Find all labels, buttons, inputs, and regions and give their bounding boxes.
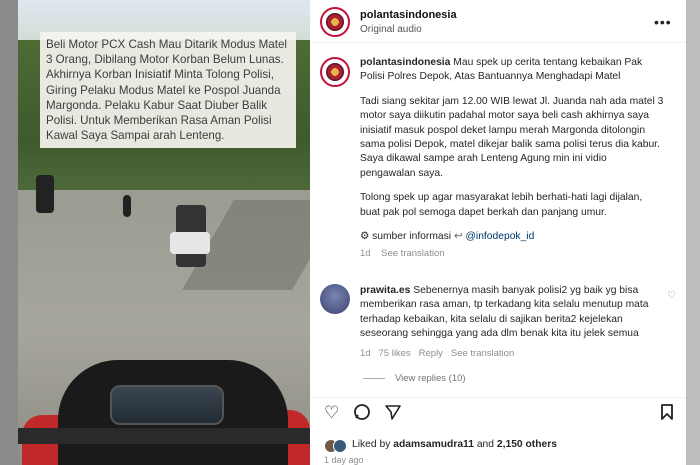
bookmark-icon[interactable] [660, 403, 674, 426]
liked-by: Liked by adamsamudra11 and 2,150 others [352, 439, 557, 450]
posted-ago: 1 day ago [324, 455, 364, 465]
liked-by-user[interactable]: adamsamudra11 [393, 439, 474, 450]
comment-time: 1d [360, 347, 371, 359]
dash-handlebar [18, 428, 310, 444]
header-audio[interactable]: Original audio [360, 24, 422, 35]
replies-divider [363, 378, 385, 379]
video-rider-left [36, 175, 54, 213]
comment-text: prawita.es Sebenernya masih banyak polis… [360, 285, 649, 340]
liker-avatar-2 [333, 439, 347, 453]
caption-see-translation[interactable]: See translation [381, 248, 444, 259]
post-panel: polantasindonesia Original audio ••• pol… [310, 0, 686, 465]
heart-icon[interactable]: ♡ [324, 403, 339, 423]
left-backdrop [0, 0, 18, 465]
caption-paragraph-3: Tolong spek up agar masyarakat lebih ber… [360, 192, 643, 218]
caption-paragraph-2: Tadi siang sekitar jam 12.00 WIB lewat J… [360, 95, 664, 179]
comment-meta: 1d 75 likes Reply See translation [360, 348, 665, 359]
source-arrow-icon: ↩ [453, 231, 463, 243]
send-icon[interactable] [384, 403, 402, 426]
actions-divider [310, 397, 686, 398]
caption-source: ⚙ sumber informasi ↩ @infodepok_id [360, 230, 665, 244]
caption-avatar[interactable] [320, 57, 350, 87]
header-avatar[interactable] [320, 7, 350, 37]
more-horizontal-icon[interactable]: ••• [654, 14, 672, 30]
comment-see-translation[interactable]: See translation [451, 348, 514, 359]
right-backdrop [686, 0, 700, 465]
dash-screen [110, 385, 224, 425]
view-replies[interactable]: View replies (10) [395, 373, 466, 384]
video-police-bike [170, 232, 210, 254]
caption-username[interactable]: polantasindonesia [360, 57, 450, 68]
comment-reply[interactable]: Reply [419, 348, 443, 359]
caption-time: 1d [360, 248, 371, 260]
caption-meta: 1d See translation [360, 248, 665, 259]
post-header: polantasindonesia Original audio ••• [310, 0, 686, 43]
caption-block: polantasindonesia Mau spek up cerita ten… [360, 56, 665, 259]
comment-block: prawita.es Sebenernya masih banyak polis… [360, 284, 665, 359]
source-icon: ⚙ [360, 231, 370, 243]
comment-username[interactable]: prawita.es [360, 285, 410, 296]
liked-by-others[interactable]: 2,150 others [497, 439, 557, 450]
source-label: sumber informasi [372, 231, 452, 243]
screenshot-stage: Beli Motor PCX Cash Mau Ditarik Modus Ma… [0, 0, 700, 465]
commenter-avatar[interactable] [320, 284, 350, 314]
comment-likes[interactable]: 75 likes [379, 348, 411, 359]
video-caption-text: Beli Motor PCX Cash Mau Ditarik Modus Ma… [46, 38, 287, 143]
comment-icon[interactable] [353, 403, 371, 426]
video-rider-far [123, 195, 131, 217]
video-dashboard [18, 320, 310, 465]
post-video[interactable]: Beli Motor PCX Cash Mau Ditarik Modus Ma… [18, 0, 310, 465]
caption-paragraph-1: polantasindonesia Mau spek up cerita ten… [360, 57, 643, 83]
video-caption-box: Beli Motor PCX Cash Mau Ditarik Modus Ma… [40, 32, 296, 148]
comment-like-heart-icon[interactable]: ♡ [667, 290, 676, 301]
header-username[interactable]: polantasindonesia [360, 9, 457, 21]
source-handle[interactable]: @infodepok_id [465, 231, 534, 242]
